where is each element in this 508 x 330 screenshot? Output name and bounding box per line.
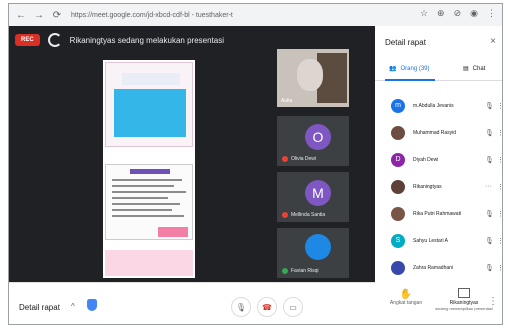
more-options-icon[interactable]: ⋮ <box>497 156 502 164</box>
hand-icon: ✋ <box>399 289 413 300</box>
presentation-screen <box>103 60 195 278</box>
participant-name: Rika Putri Rahmawati <box>413 210 462 217</box>
participant-name: m.Abdulla Jevanis <box>413 102 454 109</box>
participant-tile[interactable]: M Mellinda Santia <box>277 172 349 222</box>
reload-icon[interactable]: ⟳ <box>51 9 63 21</box>
avatar <box>391 260 405 275</box>
end-call-button[interactable]: ☎ <box>257 297 277 317</box>
avatar <box>305 234 331 260</box>
participant-name: Sahyu Lestari A <box>413 237 449 244</box>
browser-window: ← → ⟳ https://meet.google.com/jd-xbcd-cd… <box>8 3 503 325</box>
avatar: S <box>391 233 405 248</box>
avatar: M <box>305 180 331 206</box>
tab-chat[interactable]: ▤ Chat <box>463 65 486 73</box>
chat-tab-label: Chat <box>472 65 486 72</box>
mic-off-icon: 🎙 <box>485 237 494 245</box>
participant-name: Aulia <box>281 98 293 104</box>
chat-icon: ▤ <box>463 66 469 72</box>
participant-name: Zahra Ramadhani <box>413 264 454 271</box>
people-tab-label: Orang (39) <box>400 65 430 72</box>
mic-off-icon: 🎙 <box>485 129 494 137</box>
extension-icon-2[interactable]: ⊘ <box>454 8 462 19</box>
more-options-icon[interactable]: ⋮ <box>488 296 498 307</box>
mic-active-icon <box>282 268 288 274</box>
participant-tile[interactable]: Favian Risqi <box>277 228 349 278</box>
control-bar: Detail rapat ^ 🎙 ☎ ▭ <box>9 282 375 324</box>
close-icon[interactable]: × <box>490 36 496 47</box>
mic-off-icon: 🎙 <box>485 156 494 164</box>
tab-people[interactable]: 👥 Orang (39) <box>389 65 430 73</box>
present-screen-icon <box>458 288 470 298</box>
browser-menu-icon[interactable]: ⋮ <box>487 8 496 19</box>
raise-hand-button[interactable]: ✋ Angkat tangan <box>375 282 437 324</box>
profile-icon[interactable]: ◉ <box>470 8 478 19</box>
avatar <box>391 179 405 194</box>
people-icon: 👥 <box>389 66 397 72</box>
participant-row[interactable]: Rika Putri Rahmawati 🎙⋮ <box>375 200 502 227</box>
more-options-icon[interactable]: ⋮ <box>497 264 502 272</box>
participant-row[interactable]: Rikaningtyas ··· ⋮ <box>375 173 502 200</box>
avatar <box>391 125 405 140</box>
mic-off-icon <box>282 156 288 162</box>
slide-thumbnail-1 <box>105 62 193 147</box>
participant-name: Muhammad Rasyid <box>413 129 457 136</box>
slide-thumbnail-3 <box>105 250 193 276</box>
mic-off-icon: 🎙 <box>485 264 494 272</box>
meeting-details-panel: Detail rapat × 👥 Orang (39) ▤ Chat m m.Ab… <box>375 26 502 282</box>
shield-icon[interactable] <box>87 299 97 311</box>
more-options-icon[interactable]: ⋮ <box>497 237 502 245</box>
presenting-spinner-icon <box>47 33 62 47</box>
avatar: m <box>391 98 405 113</box>
participant-name: Olivia Dewi <box>291 156 317 162</box>
slide-thumbnail-2 <box>105 164 193 240</box>
participant-name: Favian Risqi <box>291 268 319 274</box>
extension-icon[interactable]: ⊕ <box>437 8 445 19</box>
address-bar[interactable]: https://meet.google.com/jd-xbcd-cdf-bl -… <box>71 12 233 19</box>
speaking-indicator-icon: ··· <box>485 183 492 190</box>
meeting-stage: REC Rikaningtyas sedang melakukan presen… <box>9 26 375 282</box>
mic-off-icon: 🎙 <box>485 210 494 218</box>
participant-tile[interactable]: Aulia <box>277 49 349 107</box>
captions-button[interactable]: ▭ <box>283 297 303 317</box>
participant-row[interactable]: Muhammad Rasyid 🎙⋮ <box>375 119 502 146</box>
forward-icon[interactable]: → <box>33 9 45 21</box>
more-options-icon[interactable]: ⋮ <box>497 102 502 110</box>
participant-row[interactable]: m m.Abdulla Jevanis 🎙⋮ <box>375 92 502 119</box>
participant-name: Mellinda Santia <box>291 212 326 218</box>
participant-row[interactable]: D Diyah Dewi 🎙⋮ <box>375 146 502 173</box>
avatar <box>391 206 405 221</box>
chevron-up-icon[interactable]: ^ <box>71 302 75 311</box>
panel-tabs: 👥 Orang (39) ▤ Chat <box>375 60 502 81</box>
participant-name: Rikaningtyas <box>413 183 442 190</box>
panel-title: Detail rapat <box>385 38 426 47</box>
more-options-icon[interactable]: ⋮ <box>497 129 502 137</box>
participant-list: mm.Abdulla Jevanis🎙⋮Muhammad Rasyid🎙⋮DDi… <box>375 92 502 281</box>
participant-tile[interactable]: O Olivia Dewi <box>277 116 349 166</box>
active-tab-indicator <box>385 79 435 81</box>
mic-off-icon <box>282 212 288 218</box>
participant-name: Diyah Dewi <box>413 156 439 163</box>
more-options-icon[interactable]: ⋮ <box>497 210 502 218</box>
more-options-icon[interactable]: ⋮ <box>497 183 502 191</box>
raise-hand-label: Angkat tangan <box>389 300 423 306</box>
back-icon[interactable]: ← <box>15 9 27 21</box>
avatar: O <box>305 124 331 150</box>
recording-badge: REC <box>15 34 40 46</box>
participant-row[interactable]: S Sahyu Lestari A 🎙⋮ <box>375 227 502 254</box>
meeting-details-label[interactable]: Detail rapat <box>19 303 60 312</box>
mic-off-icon: 🎙 <box>485 102 494 110</box>
presenting-text: Rikaningtyas sedang melakukan presentasi <box>69 35 224 45</box>
browser-toolbar: ← → ⟳ https://meet.google.com/jd-xbcd-cd… <box>9 4 502 27</box>
microphone-button[interactable]: 🎙 <box>231 297 251 317</box>
bookmark-icon[interactable]: ☆ <box>420 8 428 19</box>
participant-row[interactable]: Zahra Ramadhani 🎙⋮ <box>375 254 502 281</box>
avatar: D <box>391 152 405 167</box>
